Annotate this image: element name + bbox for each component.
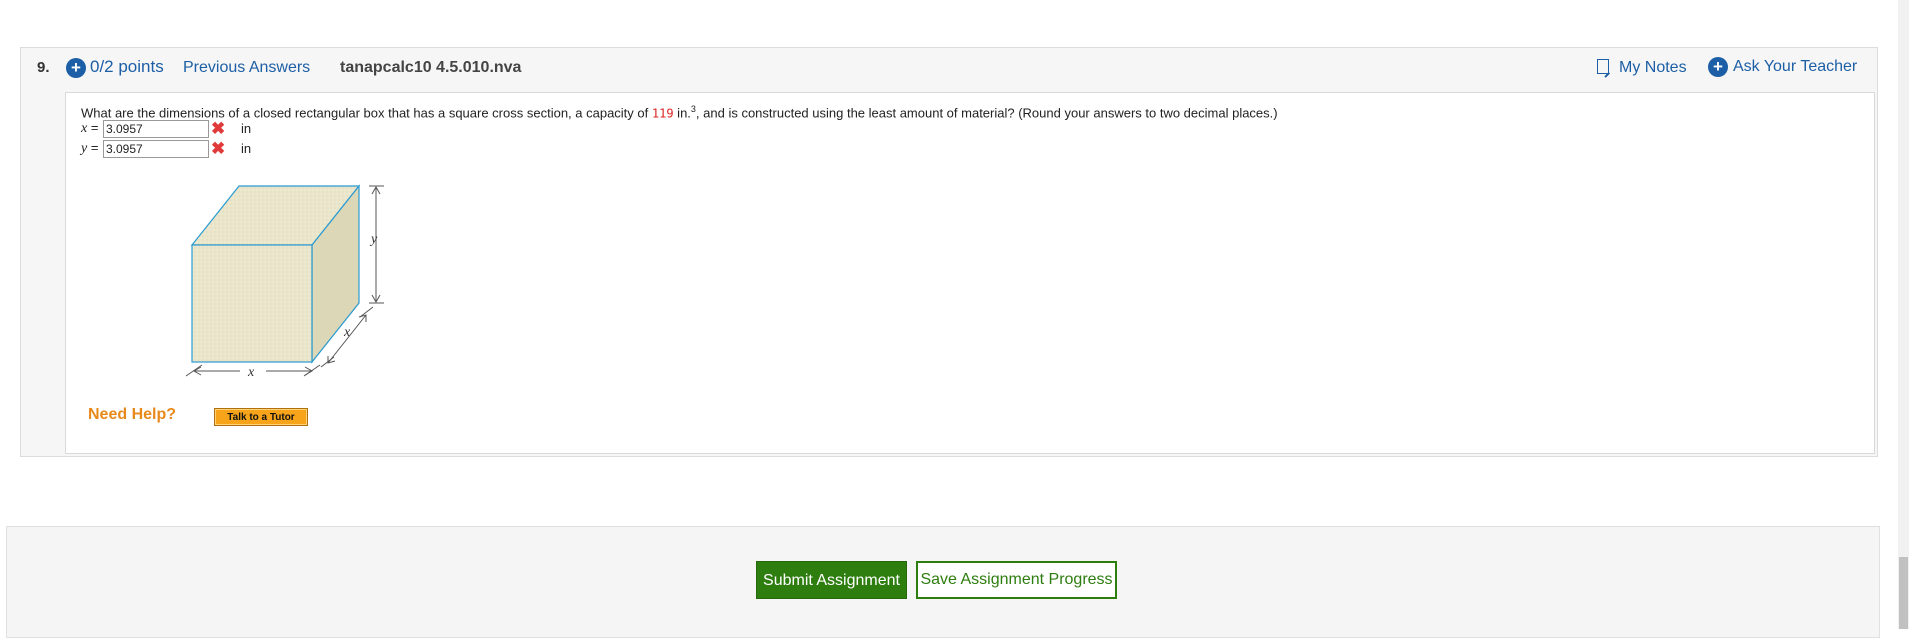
box-diagram: y x x xyxy=(185,184,384,380)
question-text-part: , and is constructed using the least amo… xyxy=(695,105,1278,121)
equals-sign: = xyxy=(87,140,99,155)
incorrect-x-icon: ✖ xyxy=(211,139,226,158)
ask-teacher-link[interactable]: + Ask Your Teacher xyxy=(1708,57,1857,77)
my-notes-link[interactable]: My Notes xyxy=(1597,59,1687,77)
ask-teacher-label: Ask Your Teacher xyxy=(1733,58,1858,76)
answer-input-y[interactable] xyxy=(103,140,209,158)
equals-sign: = xyxy=(87,120,99,135)
capacity-value: 119 xyxy=(651,106,674,121)
question-body: What are the dimensions of a closed rect… xyxy=(65,92,1875,454)
notes-icon xyxy=(1597,59,1609,74)
points-label: 0/2 points xyxy=(90,57,164,76)
need-help-label: Need Help? xyxy=(88,406,177,423)
box-front-face xyxy=(191,244,313,363)
plus-circle-icon: + xyxy=(66,57,86,78)
submit-assignment-button[interactable]: Submit Assignment xyxy=(756,561,907,599)
answer-unit: in xyxy=(241,141,252,156)
question-number: 9. xyxy=(37,59,50,76)
plus-circle-icon: + xyxy=(1708,57,1728,77)
talk-to-tutor-button[interactable]: Talk to a Tutor xyxy=(214,408,308,426)
x-width-label: x xyxy=(247,365,255,380)
answer-input-x[interactable] xyxy=(103,120,209,138)
answer-row-y: y = ✖ in xyxy=(81,139,251,160)
assignment-footer: Submit Assignment Save Assignment Progre… xyxy=(6,526,1880,638)
save-progress-button[interactable]: Save Assignment Progress xyxy=(916,561,1117,599)
question-text-part: What are the dimensions of a closed rect… xyxy=(81,105,652,121)
answer-row-x: x = ✖ in xyxy=(81,119,251,140)
vertical-scrollbar[interactable] xyxy=(1898,0,1909,629)
my-notes-label: My Notes xyxy=(1619,59,1687,76)
question-text: What are the dimensions of a closed rect… xyxy=(81,104,1278,120)
question-id: tanapcalc10 4.5.010.nva xyxy=(340,59,522,76)
question-header: 9. +0/2 points Previous Answers tanapcal… xyxy=(21,48,1877,88)
incorrect-x-icon: ✖ xyxy=(211,119,226,138)
previous-answers-link[interactable]: Previous Answers xyxy=(183,59,310,77)
question-block: 9. +0/2 points Previous Answers tanapcal… xyxy=(20,47,1878,457)
x-depth-label: x xyxy=(343,325,351,340)
answer-unit: in xyxy=(241,121,252,136)
points-link[interactable]: +0/2 points xyxy=(66,57,164,78)
scrollbar-thumb[interactable] xyxy=(1899,557,1908,629)
y-dimension-label: y xyxy=(369,232,378,247)
unit-base: in. xyxy=(673,105,691,121)
